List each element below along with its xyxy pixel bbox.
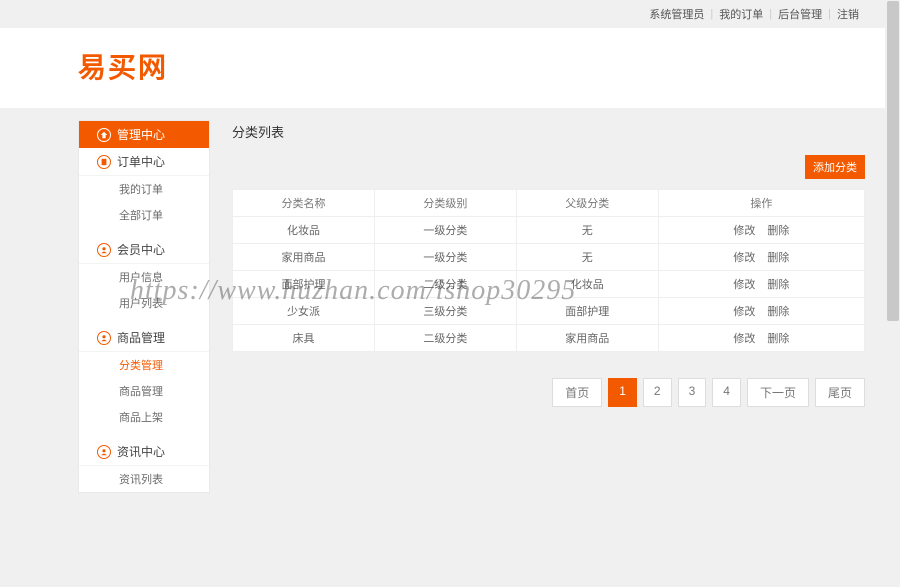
sidebar-group-label: 资讯中心	[117, 443, 165, 460]
table-cell: 面部护理	[233, 271, 375, 298]
th-parent: 父级分类	[516, 190, 658, 217]
sidebar-group-label: 商品管理	[117, 329, 165, 346]
th-name: 分类名称	[233, 190, 375, 217]
sidebar-head: 管理中心	[79, 121, 209, 148]
edit-link[interactable]: 修改	[733, 252, 755, 264]
table-row: 化妆品一级分类无修改删除	[233, 217, 865, 244]
sidebar-group-label: 会员中心	[117, 241, 165, 258]
sidebar-item-news-list[interactable]: 资讯列表	[79, 466, 209, 492]
topnav-backend[interactable]: 后台管理	[772, 6, 828, 22]
sidebar-group-news[interactable]: 资讯中心	[79, 438, 209, 466]
table-row: 面部护理二级分类化妆品修改删除	[233, 271, 865, 298]
table-cell: 化妆品	[233, 217, 375, 244]
user-icon	[97, 243, 111, 257]
logo[interactable]: 易买网	[78, 46, 885, 86]
scrollbar-track[interactable]	[886, 0, 900, 587]
table-cell: 一级分类	[374, 244, 516, 271]
sidebar-group-orders[interactable]: 订单中心	[79, 148, 209, 176]
edit-link[interactable]: 修改	[733, 225, 755, 237]
table-row: 家用商品一级分类无修改删除	[233, 244, 865, 271]
header: 易买网	[0, 28, 885, 108]
page-number[interactable]: 2	[643, 378, 672, 407]
delete-link[interactable]: 删除	[767, 306, 789, 318]
edit-link[interactable]: 修改	[733, 306, 755, 318]
page-next[interactable]: 下一页	[747, 378, 809, 407]
th-level: 分类级别	[374, 190, 516, 217]
table-cell: 无	[516, 217, 658, 244]
table-cell-ops: 修改删除	[658, 271, 864, 298]
table-cell: 一级分类	[374, 217, 516, 244]
page-number[interactable]: 3	[678, 378, 707, 407]
sidebar-item-product-publish[interactable]: 商品上架	[79, 404, 209, 430]
pagination: 首页 1234 下一页 尾页	[232, 378, 865, 407]
home-icon	[97, 128, 111, 142]
user-icon	[97, 445, 111, 459]
sidebar-item-all-orders[interactable]: 全部订单	[79, 202, 209, 228]
sidebar-group-products[interactable]: 商品管理	[79, 324, 209, 352]
table-cell: 化妆品	[516, 271, 658, 298]
topnav-my-orders[interactable]: 我的订单	[713, 6, 769, 22]
table-cell: 床具	[233, 325, 375, 352]
main-content: 分类列表 添加分类 分类名称 分类级别 父级分类 操作 化妆品一级分类无修改删除…	[210, 120, 885, 493]
sidebar-item-product-manage[interactable]: 商品管理	[79, 378, 209, 404]
table-row: 少女派三级分类面部护理修改删除	[233, 298, 865, 325]
table-cell-ops: 修改删除	[658, 217, 864, 244]
page-number[interactable]: 4	[712, 378, 741, 407]
page-first[interactable]: 首页	[552, 378, 602, 407]
edit-link[interactable]: 修改	[733, 279, 755, 291]
table-cell-ops: 修改删除	[658, 244, 864, 271]
table-cell: 无	[516, 244, 658, 271]
sidebar-head-label: 管理中心	[117, 126, 165, 143]
delete-link[interactable]: 删除	[767, 225, 789, 237]
table-cell: 家用商品	[516, 325, 658, 352]
sidebar-group-members[interactable]: 会员中心	[79, 236, 209, 264]
order-icon	[97, 155, 111, 169]
table-cell: 少女派	[233, 298, 375, 325]
table-cell: 家用商品	[233, 244, 375, 271]
add-category-button[interactable]: 添加分类	[805, 155, 865, 179]
table-cell: 三级分类	[374, 298, 516, 325]
topnav-logout[interactable]: 注销	[831, 6, 865, 22]
sidebar-item-user-list[interactable]: 用户列表	[79, 290, 209, 316]
sidebar: 管理中心 订单中心 我的订单 全部订单 会员中心 用户信息 用户列表 商品管理 …	[78, 120, 210, 493]
page-title: 分类列表	[232, 122, 865, 141]
top-nav: 系统管理员 | 我的订单 | 后台管理 | 注销	[0, 0, 885, 28]
table-cell-ops: 修改删除	[658, 325, 864, 352]
page-last[interactable]: 尾页	[815, 378, 865, 407]
user-icon	[97, 331, 111, 345]
delete-link[interactable]: 删除	[767, 279, 789, 291]
category-table: 分类名称 分类级别 父级分类 操作 化妆品一级分类无修改删除家用商品一级分类无修…	[232, 189, 865, 352]
page-number[interactable]: 1	[608, 378, 637, 407]
th-ops: 操作	[658, 190, 864, 217]
table-cell: 二级分类	[374, 271, 516, 298]
delete-link[interactable]: 删除	[767, 252, 789, 264]
scrollbar-thumb[interactable]	[887, 1, 899, 321]
table-cell: 面部护理	[516, 298, 658, 325]
sidebar-item-category-manage[interactable]: 分类管理	[79, 352, 209, 378]
table-row: 床具二级分类家用商品修改删除	[233, 325, 865, 352]
sidebar-item-user-info[interactable]: 用户信息	[79, 264, 209, 290]
edit-link[interactable]: 修改	[733, 333, 755, 345]
topnav-admin[interactable]: 系统管理员	[643, 6, 710, 22]
table-cell-ops: 修改删除	[658, 298, 864, 325]
sidebar-group-label: 订单中心	[117, 153, 165, 170]
table-cell: 二级分类	[374, 325, 516, 352]
sidebar-item-my-orders[interactable]: 我的订单	[79, 176, 209, 202]
delete-link[interactable]: 删除	[767, 333, 789, 345]
